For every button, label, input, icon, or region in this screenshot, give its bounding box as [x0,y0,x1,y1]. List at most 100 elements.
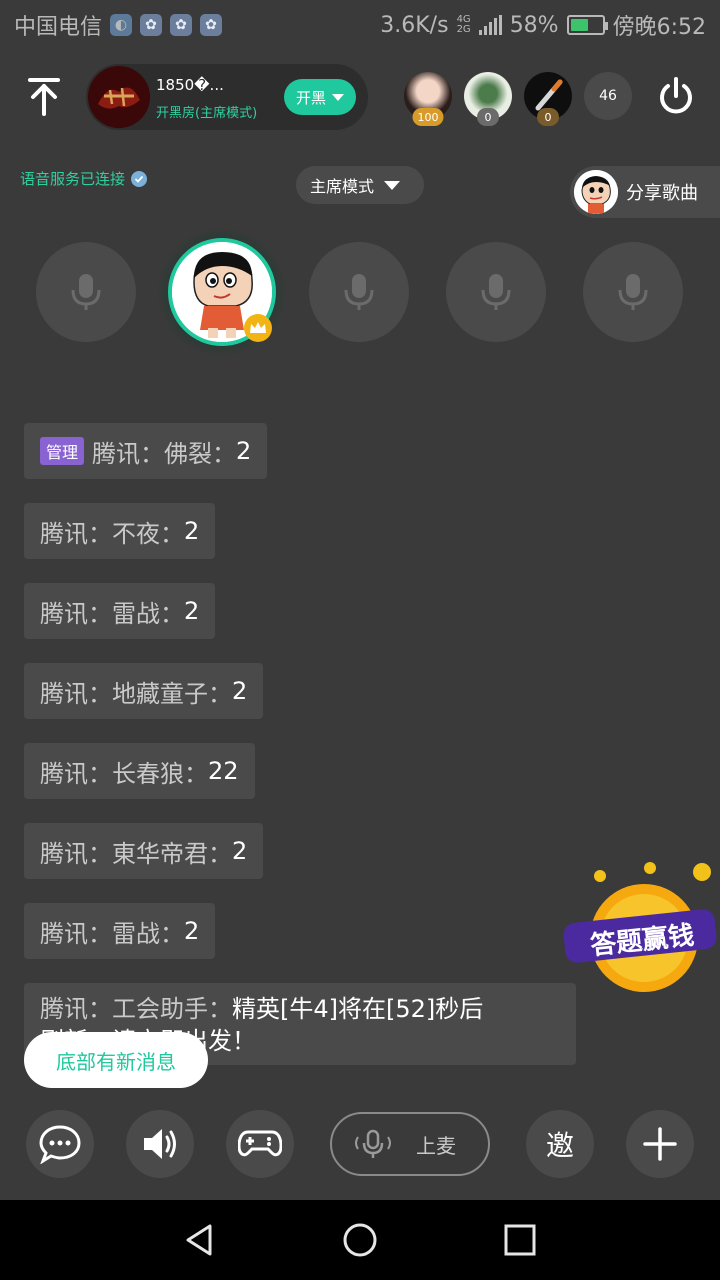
chat-sender-name[interactable]: 雷战： [112,594,184,629]
status-bar: 中国电信 ◐ ✿ ✿ ✿ 3.6K/s 4G 2G 58% 傍晚6:52 [0,0,720,50]
check-circle-icon [131,170,148,187]
chat-bubble-icon [39,1125,81,1164]
take-mic-label: 上麦 [416,1133,456,1158]
exit-room-button[interactable] [654,74,698,118]
share-song-button[interactable]: 分享歌曲 [570,166,720,218]
chat-message-text: 22 [208,757,239,785]
chat-message-text: 2 [184,517,200,545]
carrier-name: 中国电信 [14,15,103,40]
admin-badge: 管理 [40,437,85,465]
crown-icon [244,314,272,342]
minimize-room-button[interactable] [22,74,66,118]
gamepad-icon [238,1130,282,1157]
chat-sender-name[interactable]: 雷战： [112,914,184,949]
room-mode-label: 开黑房(主席模式) [156,106,258,121]
microphone-icon [481,274,511,310]
empty-mic-seat[interactable] [309,242,409,342]
square-recents-icon [504,1224,536,1256]
chat-message-text: 2 [232,677,248,705]
start-game-label: 开黑 [296,88,327,107]
new-message-notice-button[interactable]: 底部有新消息 [24,1032,208,1088]
signal-icon [478,15,502,35]
speaker-icon [144,1129,176,1159]
plus-icon [643,1127,677,1161]
chat-sender-source: 腾讯： [40,995,112,1023]
power-icon [660,77,692,114]
mode-dropdown[interactable]: 主席模式 [296,166,424,204]
circle-home-icon [343,1223,377,1257]
chat-sender-source: 腾讯： [40,599,112,628]
battery-fill [570,19,588,31]
clock: 傍晚6:52 [612,15,706,40]
app-notification-icon: ◐ [110,14,133,36]
system-navigation-bar [0,1200,720,1280]
empty-mic-seat[interactable] [583,242,683,342]
audience-avatar[interactable]: 100 [404,72,452,126]
paw-notification-icon: ✿ [200,14,223,36]
empty-mic-seat[interactable] [36,242,136,342]
chat-message-text: 2 [232,837,248,865]
take-mic-button[interactable]: 上麦 [330,1112,490,1176]
chat-sender-source: 腾讯： [40,839,112,868]
voice-status-text: 语音服务已连接 [20,170,126,188]
room-name: 1850�... [156,76,224,94]
chat-message: 管理 腾讯： 佛裂： 2 [24,423,268,479]
chat-message: 腾讯： 不夜： 2 [24,503,216,559]
paw-notification-icon: ✿ [170,14,193,36]
empty-mic-seat[interactable] [446,242,546,342]
microphone-icon [618,274,648,310]
microphone-broadcast-icon [355,1129,391,1158]
chat-sender-source: 腾讯： [40,679,112,708]
more-button[interactable] [626,1110,694,1178]
mode-dropdown-label: 主席模式 [310,177,375,196]
volume-button[interactable] [126,1110,194,1178]
recents-nav-button[interactable] [500,1220,540,1260]
chat-sender-name[interactable]: 不夜： [112,514,184,549]
back-nav-button[interactable] [180,1220,220,1260]
avatar [574,170,618,214]
chat-message-text: 精英[牛4]将在[52]秒后 [232,995,484,1023]
audience-badge: 0 [537,108,559,126]
chat-message-text: 2 [184,597,200,625]
arrow-up-to-line-icon [28,78,60,116]
chat-sender-name[interactable]: 工会助手： [112,995,232,1023]
chat-sender-source: 腾讯： [40,759,112,788]
invite-label: 邀 [545,1129,574,1162]
voice-service-status: 语音服务已连接 [20,168,148,189]
battery-percent: 58% [509,12,559,38]
invite-button[interactable]: 邀 [526,1110,594,1178]
room-info-pill[interactable]: 1850�... 开黑房(主席模式) 开黑 [86,64,368,130]
chat-sender-source: 腾讯： [40,919,112,948]
audience-count-button[interactable]: 46 [584,72,632,120]
chat-button[interactable] [26,1110,94,1178]
chat-message-text: 2 [184,917,200,945]
microphone-icon [344,274,374,310]
network-speed: 3.6K/s [380,12,449,38]
audience-avatar[interactable]: 0 [524,72,572,126]
paw-notification-icon: ✿ [140,14,163,36]
room-logo-image [88,66,150,128]
home-nav-button[interactable] [340,1220,380,1260]
audience-badge: 0 [477,108,499,126]
chat-message-text: 2 [236,437,252,465]
start-game-dropdown[interactable]: 开黑 [284,79,356,115]
chat-sender-name[interactable]: 東华帝君： [112,834,232,869]
chat-message: 腾讯： 雷战： 2 [24,583,216,639]
chat-message: 腾讯： 東华帝君： 2 [24,823,264,879]
quiz-win-money-banner[interactable]: 答题赢钱 [560,858,720,998]
room-header: 1850�... 开黑房(主席模式) 开黑 100 0 0 46 [0,62,720,132]
chat-sender-name[interactable]: 佛裂： [164,434,236,469]
chevron-down-icon [384,180,401,190]
chat-sender-name[interactable]: 地藏童子： [112,674,232,709]
chat-sender-source: 腾讯： [92,439,165,468]
chat-message: 腾讯： 长春狼： 22 [24,743,255,799]
microphone-icon [71,274,101,310]
game-button[interactable] [226,1110,294,1178]
chat-sender-name[interactable]: 长春狼： [112,754,208,789]
audience-avatar[interactable]: 0 [464,72,512,126]
triangle-back-icon [186,1224,212,1256]
room-avatar [88,66,150,128]
network-type-icon: 4G 2G [456,14,471,35]
share-song-label: 分享歌曲 [626,183,698,204]
audience-badge: 100 [412,108,444,126]
